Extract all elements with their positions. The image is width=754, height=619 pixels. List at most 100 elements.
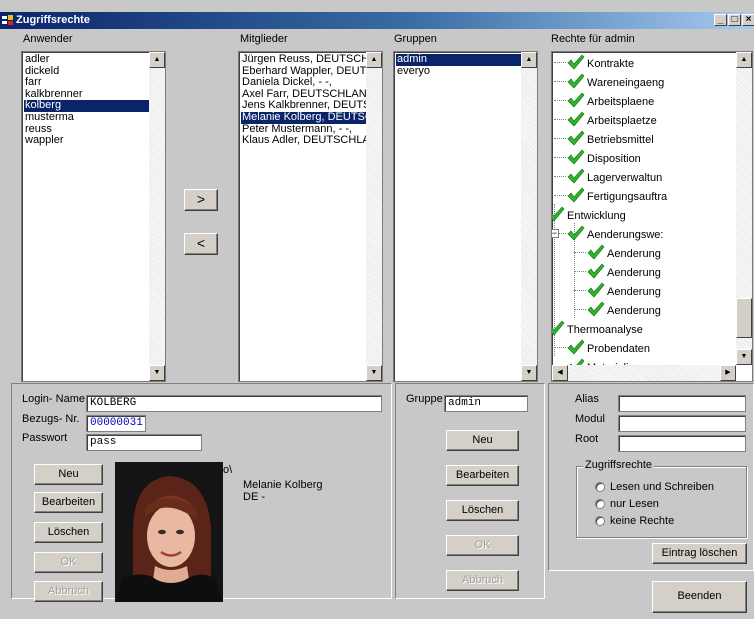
scroll-down-icon[interactable]: ▼ <box>736 349 752 365</box>
close-button[interactable]: × <box>742 14 754 26</box>
user-ok-button[interactable]: OK <box>34 552 103 573</box>
member-list-item[interactable]: Jens Kalkbrenner, DEUTS( <box>241 100 382 112</box>
scroll-up-icon[interactable]: ▲ <box>736 52 752 68</box>
user-list-item[interactable]: dickeld <box>24 66 165 78</box>
ref-number-label: Bezugs- Nr. <box>22 413 80 425</box>
group-delete-button[interactable]: Löschen <box>446 500 519 521</box>
tree-node-label: Fertigungsauftra <box>587 191 668 203</box>
user-delete-button[interactable]: Löschen <box>34 522 103 543</box>
delete-entry-button[interactable]: Eintrag löschen <box>652 543 747 564</box>
scroll-up-icon[interactable]: ▲ <box>366 52 382 68</box>
tree-connector <box>554 157 566 158</box>
group-list-item[interactable]: everyo <box>396 66 537 78</box>
password-field[interactable]: pass <box>86 434 202 451</box>
member-list-item[interactable]: Jürgen Reuss, DEUTSCHL <box>241 54 382 66</box>
tree-node-label: Aenderungswe: <box>587 229 664 241</box>
checkmark-icon <box>567 54 585 70</box>
rights-vertical-scrollbar[interactable]: ▲ ▼ <box>736 52 752 365</box>
checkmark-icon <box>567 130 585 146</box>
tree-connector <box>554 195 566 196</box>
member-list-item[interactable]: Peter Mustermann, - -, <box>241 124 382 136</box>
scroll-down-icon[interactable]: ▼ <box>521 365 537 381</box>
login-name-field[interactable]: KOLBERG <box>86 395 382 412</box>
user-list-item[interactable]: musterma <box>24 112 165 124</box>
groups-scrollbar[interactable]: ▲ ▼ <box>521 52 537 381</box>
tree-connector <box>554 62 566 63</box>
alias-field[interactable] <box>618 395 746 412</box>
scroll-up-icon[interactable]: ▲ <box>521 52 537 68</box>
module-field[interactable] <box>618 415 746 432</box>
checkmark-icon <box>567 339 585 355</box>
module-label: Modul <box>575 413 605 425</box>
users-scrollbar[interactable]: ▲ ▼ <box>149 52 165 381</box>
scroll-right-icon[interactable]: ▶ <box>720 365 736 381</box>
tree-connector <box>554 81 566 82</box>
rights-tree-view[interactable]: Kontrakte Wareneingaeng Arbeitsplaene Arbei… <box>552 52 736 365</box>
scroll-up-icon[interactable]: ▲ <box>149 52 165 68</box>
access-rights-group-label: Zugriffsrechte <box>583 459 655 472</box>
user-cancel-button[interactable]: Abbruch <box>34 581 103 602</box>
login-name-label: Login- Name <box>22 393 85 405</box>
user-list-item[interactable]: kalkbrenner <box>24 89 165 101</box>
root-field[interactable] <box>618 435 746 452</box>
groups-list[interactable]: admin everyo ▲ ▼ <box>393 51 538 382</box>
members-label: Mitglieder <box>240 33 288 45</box>
member-list-item[interactable]: Melanie Kolberg, DEUTSCI <box>241 111 382 124</box>
app-icon <box>2 15 13 25</box>
title-bar[interactable]: Zugriffsrechte _ □ × <box>0 12 754 29</box>
checkmark-icon <box>567 149 585 165</box>
group-panel <box>395 383 545 599</box>
scroll-left-icon[interactable]: ◀ <box>552 365 568 381</box>
tree-connector <box>554 176 566 177</box>
person-country: DE - <box>243 491 265 503</box>
maximize-button[interactable]: □ <box>728 14 741 26</box>
minimize-button[interactable]: _ <box>714 14 727 26</box>
checkmark-icon <box>587 263 605 279</box>
group-new-button[interactable]: Neu <box>446 430 519 451</box>
scroll-thumb[interactable] <box>736 298 752 338</box>
checkmark-icon <box>567 187 585 203</box>
add-member-button[interactable]: > <box>184 189 218 211</box>
radio-button-icon[interactable] <box>595 516 605 526</box>
scroll-down-icon[interactable]: ▼ <box>366 365 382 381</box>
member-list-item[interactable]: Klaus Adler, DEUTSCHLAN <box>241 135 382 147</box>
remove-member-button[interactable]: < <box>184 233 218 255</box>
rights-tree[interactable]: Kontrakte Wareneingaeng Arbeitsplaene Arbei… <box>551 51 753 382</box>
user-list-item[interactable]: wappler <box>24 135 165 147</box>
member-list-item[interactable]: Axel Farr, DEUTSCHLAND <box>241 89 382 101</box>
member-list-item[interactable]: Eberhard Wappler, DEUTS <box>241 66 382 78</box>
ref-number-field[interactable]: 00000031 <box>86 415 146 432</box>
tree-node-label: Aenderung <box>607 305 661 317</box>
user-edit-button[interactable]: Bearbeiten <box>34 492 103 513</box>
group-edit-button[interactable]: Bearbeiten <box>446 465 519 486</box>
members-scrollbar[interactable]: ▲ ▼ <box>366 52 382 381</box>
password-label: Passwort <box>22 432 68 444</box>
member-list-item[interactable]: Daniela Dickel, - -, <box>241 77 382 89</box>
access-rights-window: Zugriffsrechte _ □ × Anwender Mitglieder… <box>0 0 754 619</box>
user-new-button[interactable]: Neu <box>34 464 103 485</box>
group-field[interactable]: admin <box>444 395 528 412</box>
rights-horizontal-scrollbar[interactable]: ◀ ▶ <box>552 365 736 381</box>
end-button[interactable]: Beenden <box>652 581 747 613</box>
user-list-item[interactable]: kolberg <box>24 100 165 112</box>
tree-node-label: Aenderung <box>607 267 661 279</box>
group-list-item[interactable]: admin <box>396 54 537 66</box>
checkmark-icon <box>587 244 605 260</box>
users-list[interactable]: adler dickeld farr kalkbrenner kolberg muster… <box>21 51 166 382</box>
tree-node-label: Entwicklung <box>567 210 626 222</box>
scroll-down-icon[interactable]: ▼ <box>149 365 165 381</box>
radio-button-icon[interactable] <box>595 482 605 492</box>
tree-connector <box>554 138 566 139</box>
checkmark-icon <box>552 206 565 222</box>
members-list[interactable]: Jürgen Reuss, DEUTSCHL Eberhard Wappler, … <box>238 51 383 382</box>
user-list-item[interactable]: adler <box>24 54 165 66</box>
group-cancel-button[interactable]: Abbruch <box>446 570 519 591</box>
group-ok-button[interactable]: OK <box>446 535 519 556</box>
user-list-item[interactable]: reuss <box>24 124 165 136</box>
tree-collapse-icon[interactable]: − <box>552 229 559 238</box>
access-rights-group: Zugriffsrechte Lesen und Schreiben nur L… <box>576 459 747 538</box>
tree-node-label: Arbeitsplaetze <box>587 115 657 127</box>
radio-button-icon[interactable] <box>595 499 605 509</box>
tree-node-label: Lagerverwaltun <box>587 172 663 184</box>
user-list-item[interactable]: farr <box>24 77 165 89</box>
